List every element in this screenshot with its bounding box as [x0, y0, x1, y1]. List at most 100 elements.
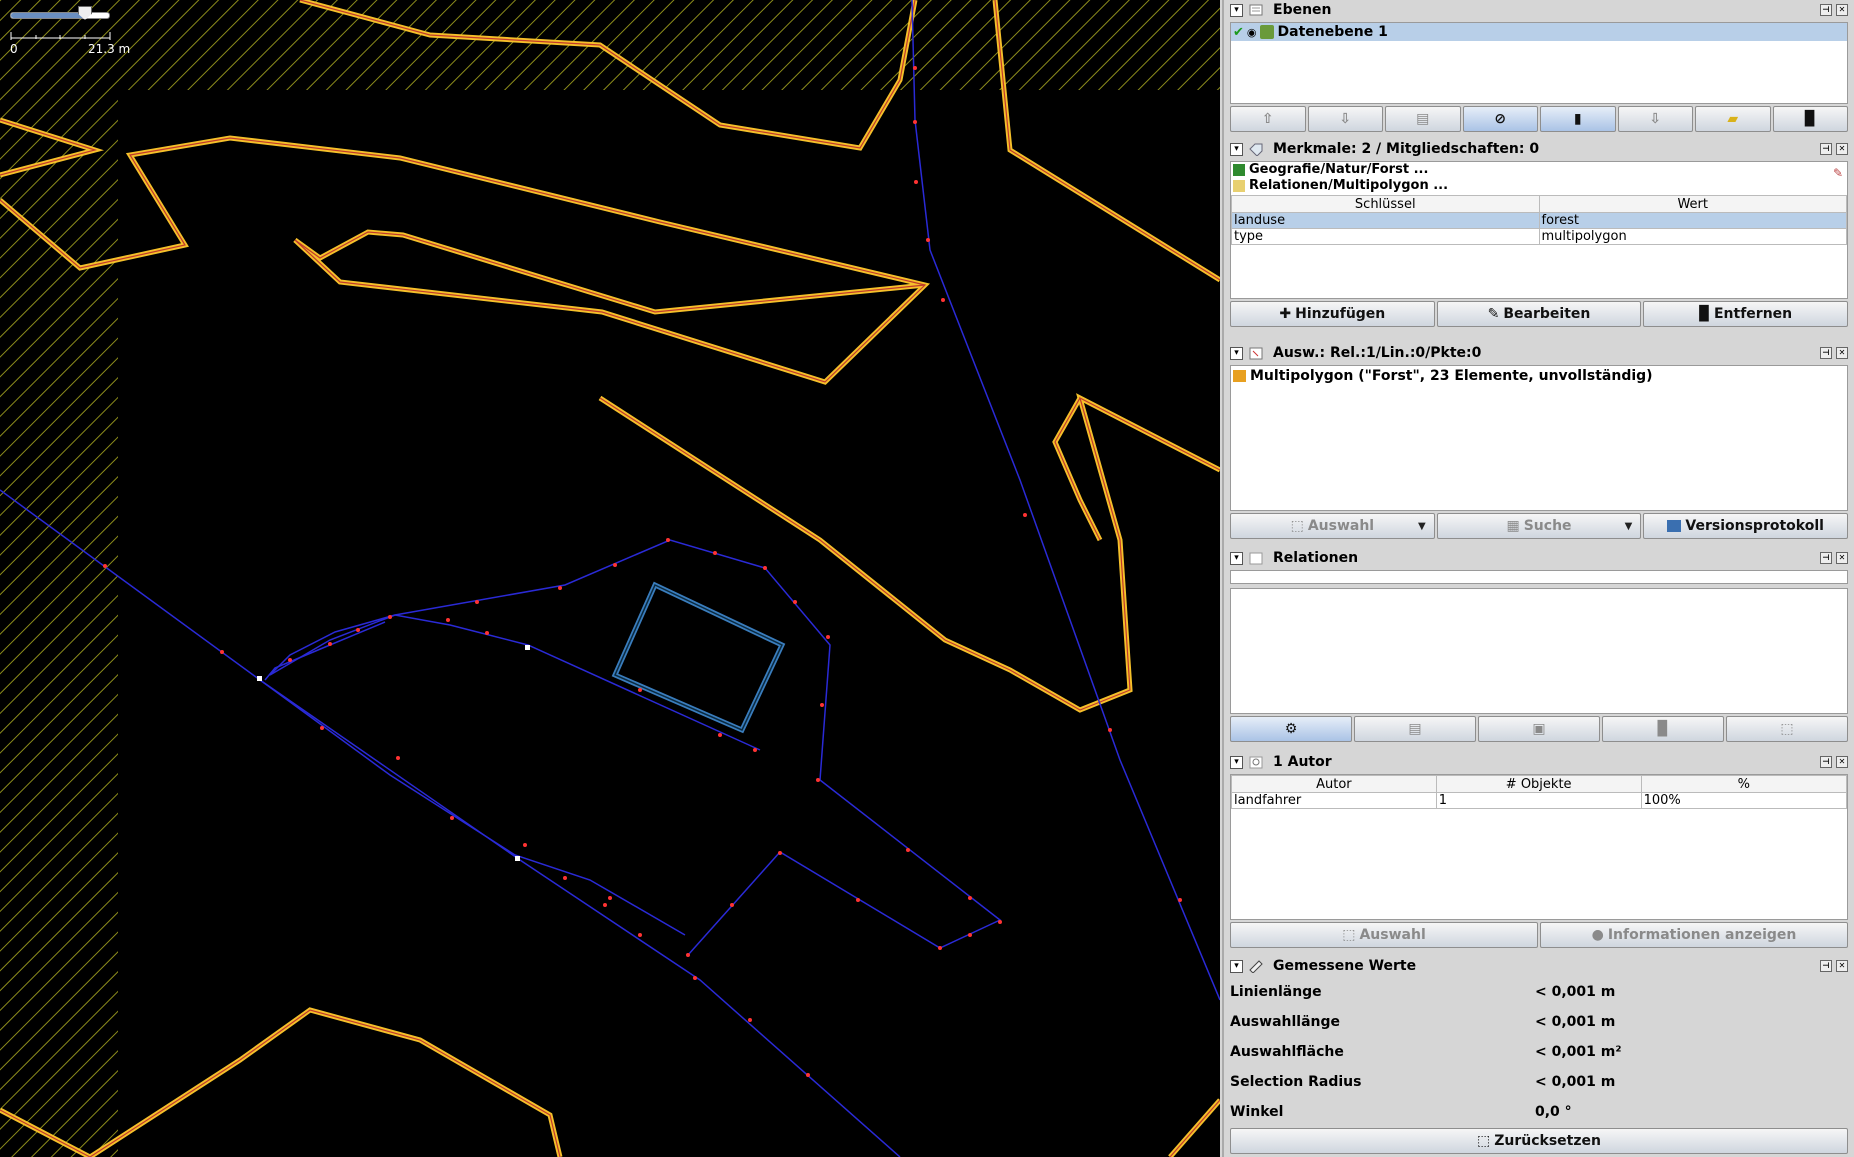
layers-header[interactable]: ▾ Ebenen ⊣ ✕	[1228, 0, 1852, 20]
pin-icon[interactable]: ⊣	[1820, 347, 1832, 359]
layer-info-button[interactable]: ▰	[1695, 106, 1771, 132]
preset-multipolygon-label: Relationen/Multipolygon ...	[1249, 178, 1449, 193]
toggle-visibility-button[interactable]: ⊘	[1462, 106, 1538, 132]
move-down-button[interactable]: ⇩	[1307, 106, 1383, 132]
measurement-title: Gemessene Werte	[1273, 958, 1417, 974]
chevron-down-icon[interactable]: ▼	[1625, 521, 1633, 532]
map-view[interactable]: 0 21.3 m	[0, 0, 1220, 1157]
percent-column-header[interactable]: %	[1640, 775, 1848, 793]
select-relation-button[interactable]: ⬚	[1726, 716, 1848, 742]
close-icon[interactable]: ✕	[1836, 4, 1848, 16]
pin-icon[interactable]: ⊣	[1820, 756, 1832, 768]
measure-value: < 0,001 m	[1535, 1074, 1616, 1090]
pin-icon[interactable]: ⊣	[1820, 552, 1832, 564]
new-relation-button[interactable]: ⚙	[1230, 716, 1352, 742]
tag-value[interactable]: multipolygon	[1538, 228, 1847, 245]
pin-icon[interactable]: ⊣	[1820, 960, 1832, 972]
scale-start-label: 0	[10, 42, 18, 56]
remove-tag-button[interactable]: ▉ Entfernen	[1643, 301, 1849, 327]
visibility-eye-icon[interactable]: ◉	[1247, 26, 1257, 39]
tag-key[interactable]: type	[1231, 228, 1540, 245]
select-icon: ⬚	[1290, 518, 1304, 534]
measure-label: Auswahllänge	[1230, 1014, 1341, 1030]
measure-label: Auswahlfläche	[1230, 1044, 1344, 1060]
tags-buttons: ✚ Hinzufügen ✎ Bearbeiten ▉ Entfernen	[1230, 301, 1849, 327]
duplicate-layer-button[interactable]: ⇩	[1617, 106, 1693, 132]
opacity-button[interactable]: ▮	[1540, 106, 1616, 132]
add-tag-button[interactable]: ✚ Hinzufügen	[1230, 301, 1435, 327]
relations-buttons: ⚙ ▤ ▣ ▉ ⬚	[1230, 716, 1848, 742]
move-up-button[interactable]: ⇧	[1230, 106, 1306, 132]
table-row[interactable]: type multipolygon	[1231, 228, 1847, 245]
close-icon[interactable]: ✕	[1836, 552, 1848, 564]
active-check-icon[interactable]: ✔	[1233, 25, 1244, 40]
key-column-header[interactable]: Schlüssel	[1231, 195, 1540, 213]
author-percent[interactable]: 100%	[1640, 792, 1848, 809]
unloaded-area	[118, 90, 1220, 1157]
collapse-icon[interactable]: ▾	[1230, 3, 1243, 17]
edit-tag-button[interactable]: ✎ Bearbeiten	[1436, 301, 1642, 327]
chevron-down-icon[interactable]: ▼	[1418, 521, 1426, 532]
collapse-icon[interactable]: ▾	[1230, 142, 1243, 156]
close-icon[interactable]: ✕	[1836, 756, 1848, 768]
objects-column-header[interactable]: # Objekte	[1435, 775, 1642, 793]
layer-item-label: Datenebene 1	[1277, 24, 1388, 40]
authors-table-container: Autor # Objekte % landfahrer 1 100%	[1230, 774, 1848, 920]
search-button[interactable]: ▦ Suche ▼	[1436, 513, 1642, 539]
measure-value: < 0,001 m	[1535, 1014, 1616, 1030]
show-info-label: Informationen anzeigen	[1607, 927, 1797, 943]
tag-value[interactable]: forest	[1538, 212, 1847, 229]
map-canvas[interactable]	[0, 0, 1220, 1157]
duplicate-icon: ▣	[1532, 721, 1546, 737]
edit-relation-button[interactable]: ▤	[1354, 716, 1476, 742]
table-row[interactable]: landuse forest	[1231, 212, 1847, 229]
authors-title: 1 Autor	[1273, 754, 1332, 770]
trash-icon: ▉	[1657, 721, 1669, 737]
merge-layer-button[interactable]: ▤	[1385, 106, 1461, 132]
close-icon[interactable]: ✕	[1836, 960, 1848, 972]
selection-header[interactable]: ▾ Ausw.: Rel.:1/Lin.:0/Pkte:0 ⊣ ✕	[1228, 343, 1852, 363]
measurement-header[interactable]: ▾ Gemessene Werte ⊣ ✕	[1228, 956, 1852, 976]
close-icon[interactable]: ✕	[1836, 143, 1848, 155]
close-icon[interactable]: ✕	[1836, 347, 1848, 359]
tags-dialog: ▾ Merkmale: 2 / Mitgliedschaften: 0 ⊣ ✕ G…	[1228, 139, 1852, 335]
edit-preset-icon[interactable]: ✎	[1833, 166, 1843, 180]
tag-key[interactable]: landuse	[1231, 212, 1540, 229]
preset-line[interactable]: Geografie/Natur/Forst ...	[1231, 162, 1847, 178]
author-name[interactable]: landfahrer	[1231, 792, 1437, 809]
delete-layer-button[interactable]: ▉	[1772, 106, 1848, 132]
zoom-slider[interactable]	[10, 12, 110, 19]
collapse-icon[interactable]: ▾	[1230, 551, 1243, 565]
collapse-icon[interactable]: ▾	[1230, 755, 1243, 769]
reset-button[interactable]: ⬚ Zurücksetzen	[1230, 1128, 1848, 1154]
authors-header[interactable]: ▾ 1 Autor ⊣ ✕	[1228, 752, 1852, 772]
select-author-button[interactable]: ⬚ Auswahl	[1230, 922, 1538, 948]
delete-relation-button[interactable]: ▉	[1602, 716, 1724, 742]
relations-header[interactable]: ▾ Relationen ⊣ ✕	[1228, 548, 1852, 568]
history-button[interactable]: Versionsprotokoll	[1643, 513, 1849, 539]
table-row[interactable]: landfahrer 1 100%	[1231, 792, 1848, 809]
show-info-button[interactable]: ● Informationen anzeigen	[1540, 922, 1848, 948]
measure-value: < 0,001 m²	[1535, 1044, 1622, 1060]
preset-line[interactable]: Relationen/Multipolygon ...	[1231, 178, 1847, 194]
select-button[interactable]: ⬚ Auswahl ▼	[1230, 513, 1435, 539]
collapse-icon[interactable]: ▾	[1230, 959, 1243, 973]
author-objects[interactable]: 1	[1435, 792, 1642, 809]
layers-icon	[1249, 4, 1263, 15]
tags-header[interactable]: ▾ Merkmale: 2 / Mitgliedschaften: 0 ⊣ ✕	[1228, 139, 1852, 159]
pin-icon[interactable]: ⊣	[1820, 143, 1832, 155]
relations-filter-input[interactable]	[1230, 570, 1848, 584]
author-column-header[interactable]: Autor	[1231, 775, 1437, 793]
collapse-icon[interactable]: ▾	[1230, 346, 1243, 360]
layer-item[interactable]: ✔ ◉ Datenebene 1	[1231, 23, 1847, 41]
add-tag-label: Hinzufügen	[1295, 306, 1386, 322]
value-column-header[interactable]: Wert	[1538, 195, 1847, 213]
selection-title: Ausw.: Rel.:1/Lin.:0/Pkte:0	[1273, 345, 1482, 361]
pin-icon[interactable]: ⊣	[1820, 4, 1832, 16]
search-label: Suche	[1523, 518, 1572, 534]
list-item[interactable]: Multipolygon ("Forst", 23 Elemente, unvo…	[1231, 366, 1847, 386]
tags-table: Schlüssel Wert landuse forest type multipo…	[1231, 195, 1847, 245]
duplicate-relation-button[interactable]: ▣	[1478, 716, 1600, 742]
edit-tag-label: Bearbeiten	[1503, 306, 1591, 322]
layer-list: ✔ ◉ Datenebene 1	[1230, 22, 1848, 104]
